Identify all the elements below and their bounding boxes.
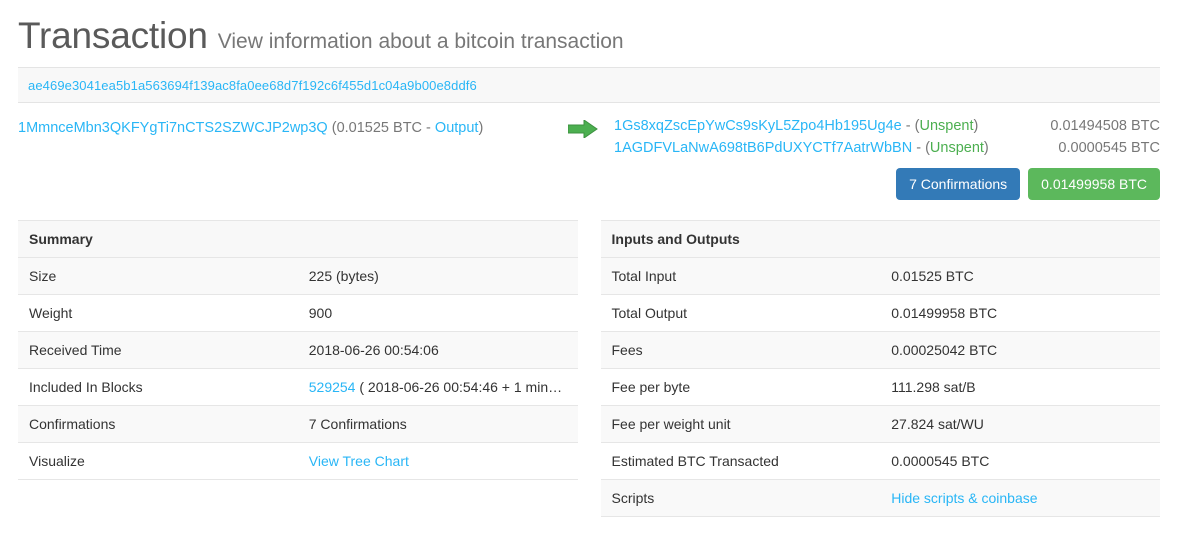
row-label: Estimated BTC Transacted xyxy=(600,441,881,480)
summary-heading-row: Summary xyxy=(18,219,578,258)
row-value: 529254 ( 2018-06-26 00:54:46 + 1 minutes… xyxy=(297,367,578,406)
block-height-link[interactable]: 529254 xyxy=(309,379,356,395)
row-value: Hide scripts & coinbase xyxy=(880,478,1160,517)
transaction-page: Transaction View information about a bit… xyxy=(0,0,1197,539)
row-value: 0.0000545 BTC xyxy=(880,441,1160,480)
row-label: Fee per byte xyxy=(600,367,881,406)
output-address-link[interactable]: 1AGDFVLaNwA698tB6PdUXYCTf7AatrWbBN xyxy=(614,140,912,156)
input-amount: 0.01525 BTC xyxy=(336,119,423,136)
inputs-outputs-table: Inputs and Outputs Total Input 0.01525 B… xyxy=(600,219,1160,517)
output-amount: 0.0000545 BTC xyxy=(1058,139,1160,156)
table-row: Fee per byte 111.298 sat/B xyxy=(600,367,1160,406)
row-label: Size xyxy=(18,256,298,295)
row-value: 7 Confirmations xyxy=(297,404,578,443)
page-header: Transaction View information about a bit… xyxy=(0,0,1197,67)
table-row: Visualize View Tree Chart xyxy=(18,441,578,480)
table-row: Fees 0.00025042 BTC xyxy=(600,330,1160,369)
input-separator: - xyxy=(422,119,435,136)
row-label: Total Output xyxy=(600,293,881,332)
row-value: 0.00025042 BTC xyxy=(880,330,1160,369)
summary-heading: Summary xyxy=(18,219,578,258)
input-close-paren: ) xyxy=(478,119,484,136)
row-value: 0.01525 BTC xyxy=(880,256,1160,295)
table-row: Fee per weight unit 27.824 sat/WU xyxy=(600,404,1160,443)
table-row: Scripts Hide scripts & coinbase xyxy=(600,478,1160,517)
row-label: Fees xyxy=(600,330,881,369)
transaction-hash-strip: ae469e3041ea5b1a563694f139ac8fa0ee68d7f1… xyxy=(18,66,1160,103)
input-address-link[interactable]: 1MmnceMbn3QKFYgTi7nCTS2SZWCJP2wp3Q xyxy=(18,120,328,136)
row-label: Included In Blocks xyxy=(18,367,298,406)
table-row: Total Output 0.01499958 BTC xyxy=(600,293,1160,332)
row-value: View Tree Chart xyxy=(297,441,578,480)
row-value: 27.824 sat/WU xyxy=(880,404,1160,443)
table-row: Weight 900 xyxy=(18,293,578,332)
view-tree-chart-link[interactable]: View Tree Chart xyxy=(309,453,409,469)
page-subtitle: View information about a bitcoin transac… xyxy=(217,30,624,53)
output-close-paren: ) xyxy=(983,139,989,156)
row-label: Weight xyxy=(18,293,298,332)
row-label: Total Input xyxy=(600,256,881,295)
block-time-suffix: ( 2018-06-26 00:54:46 + 1 minutes ) xyxy=(355,378,578,395)
output-amount: 0.01494508 BTC xyxy=(1050,117,1160,134)
outputs-column: 1Gs8xqZscEpYwCs9sKyL5Zpo4Hb195Ug4e - (Un… xyxy=(614,115,1160,159)
output-address-link[interactable]: 1Gs8xqZscEpYwCs9sKyL5Zpo4Hb195Ug4e xyxy=(614,118,902,134)
row-value: 0.01499958 BTC xyxy=(880,293,1160,332)
table-row: Confirmations 7 Confirmations xyxy=(18,404,578,443)
summary-table: Summary Size 225 (bytes) Weight 900 Rece… xyxy=(18,219,578,480)
row-label: Fee per weight unit xyxy=(600,404,881,443)
transaction-hash-link[interactable]: ae469e3041ea5b1a563694f139ac8fa0ee68d7f1… xyxy=(28,78,477,93)
table-row: Estimated BTC Transacted 0.0000545 BTC xyxy=(600,441,1160,480)
table-row: Included In Blocks 529254 ( 2018-06-26 0… xyxy=(18,367,578,406)
arrow-right-icon xyxy=(568,119,598,138)
toggle-scripts-link[interactable]: Hide scripts & coinbase xyxy=(891,490,1037,506)
row-value: 900 xyxy=(297,293,578,332)
total-amount-badge[interactable]: 0.01499958 BTC xyxy=(1028,167,1160,200)
table-row: Total Input 0.01525 BTC xyxy=(600,256,1160,295)
table-row: Received Time 2018-06-26 00:54:06 xyxy=(18,330,578,369)
row-label: Confirmations xyxy=(18,404,298,443)
output-separator: - xyxy=(912,139,926,156)
row-value: 111.298 sat/B xyxy=(880,367,1160,406)
input-type-link[interactable]: Output xyxy=(435,120,479,136)
summary-panel: Summary Size 225 (bytes) Weight 900 Rece… xyxy=(18,219,578,480)
table-row: Size 225 (bytes) xyxy=(18,256,578,295)
row-value: 2018-06-26 00:54:06 xyxy=(297,330,578,369)
row-label: Scripts xyxy=(600,478,881,517)
io-heading-row: Inputs and Outputs xyxy=(600,219,1160,258)
output-separator: - xyxy=(901,117,915,134)
row-value: 225 (bytes) xyxy=(297,256,578,295)
output-entry: 1AGDFVLaNwA698tB6PdUXYCTf7AatrWbBN - (Un… xyxy=(614,137,1160,159)
transfer-arrow-cell xyxy=(552,115,614,138)
output-close-paren: ) xyxy=(973,117,979,134)
output-entry: 1Gs8xqZscEpYwCs9sKyL5Zpo4Hb195Ug4e - (Un… xyxy=(614,115,1160,137)
detail-panels: Summary Size 225 (bytes) Weight 900 Rece… xyxy=(0,219,1197,517)
inputs-column: 1MmnceMbn3QKFYgTi7nCTS2SZWCJP2wp3Q (0.01… xyxy=(18,115,552,139)
badge-row: 7 Confirmations 0.01499958 BTC xyxy=(0,167,1197,200)
inputs-outputs-row: 1MmnceMbn3QKFYgTi7nCTS2SZWCJP2wp3Q (0.01… xyxy=(0,103,1197,161)
output-status: Unspent xyxy=(919,117,974,134)
row-label: Received Time xyxy=(18,330,298,369)
input-entry: 1MmnceMbn3QKFYgTi7nCTS2SZWCJP2wp3Q (0.01… xyxy=(18,117,552,139)
inputs-outputs-panel: Inputs and Outputs Total Input 0.01525 B… xyxy=(600,219,1160,517)
io-heading: Inputs and Outputs xyxy=(600,219,1160,258)
page-title: Transaction xyxy=(18,15,208,56)
row-label: Visualize xyxy=(18,441,298,480)
output-status: Unspent xyxy=(929,139,984,156)
confirmations-badge[interactable]: 7 Confirmations xyxy=(896,167,1021,200)
